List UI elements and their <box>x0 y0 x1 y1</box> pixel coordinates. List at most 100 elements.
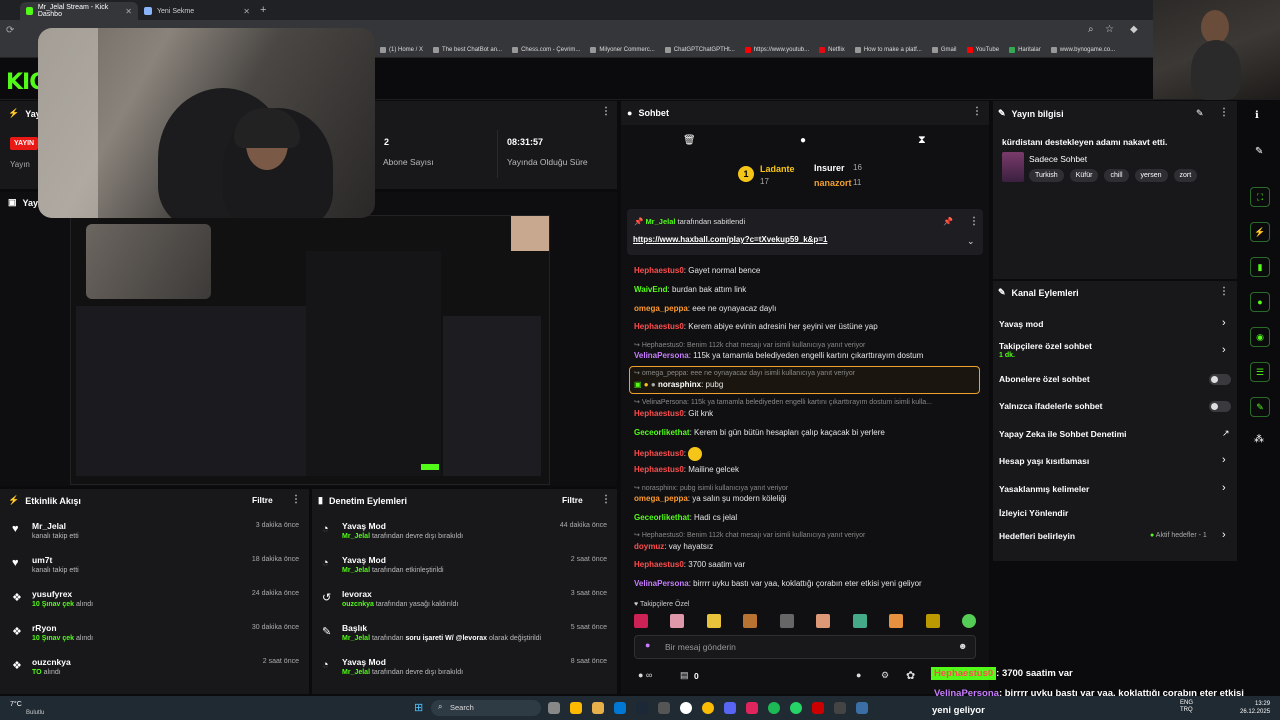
tag[interactable]: Küfür <box>1069 169 1099 182</box>
bookmark-item[interactable]: Gmail <box>931 46 957 53</box>
file-explorer-icon[interactable] <box>570 702 582 714</box>
tag[interactable]: zort <box>1173 169 1198 182</box>
discord-icon[interactable] <box>724 702 736 714</box>
item-user[interactable]: Mr_Jelal <box>342 635 370 642</box>
weather-temp[interactable]: 7°C <box>10 701 22 708</box>
action-banned-words[interactable]: Yasaklanmış kelimeler <box>999 484 1089 494</box>
group-icon[interactable]: ⁂ <box>1254 434 1264 445</box>
gift-icon[interactable]: ▤ <box>680 670 689 681</box>
app-icon[interactable] <box>746 702 758 714</box>
item-user[interactable]: yusufyrex <box>32 589 72 599</box>
bookmark-item[interactable]: (1) Home / X <box>380 46 423 53</box>
tag[interactable]: chill <box>1104 169 1129 182</box>
category-thumbnail[interactable] <box>1002 152 1024 182</box>
store-icon[interactable] <box>614 702 626 714</box>
document-icon[interactable]: ▮ <box>1250 257 1270 277</box>
language-indicator[interactable]: ENG TRQ <box>1180 700 1193 714</box>
chat-message[interactable]: omega_peppa: eee ne oynayacaz daylı <box>634 304 776 313</box>
chat-bubble-icon[interactable]: ● <box>1250 292 1270 312</box>
bookmark-item[interactable]: How to make a platf... <box>854 46 922 53</box>
trash-icon[interactable]: 🗑 <box>683 135 696 146</box>
chat-message[interactable]: Geceorlikethat: Kerem bi gün bütün hesap… <box>634 428 885 437</box>
chevron-right-icon[interactable]: › <box>1222 454 1226 466</box>
moderation-menu-icon[interactable]: ⋮ <box>601 494 611 505</box>
leaderboard-name[interactable]: Insurer <box>814 163 845 173</box>
task-view-icon[interactable] <box>548 702 560 714</box>
chat-message[interactable]: VelinaPersona: 115k ya tamamla belediyed… <box>634 351 923 360</box>
whatsapp-icon[interactable] <box>790 702 802 714</box>
chat-message[interactable]: ▣ ● ● norasphinx: pubg <box>634 380 723 389</box>
chat-username[interactable]: omega_peppa <box>634 304 688 313</box>
chat-message[interactable]: Hephaestus0: Kerem abiye evinin adresini… <box>634 322 878 331</box>
folder-icon[interactable] <box>592 702 604 714</box>
chevron-right-icon[interactable]: › <box>1222 317 1226 329</box>
item-user[interactable]: Mr_Jelal <box>342 567 370 574</box>
chat-username[interactable]: Hephaestus0 <box>634 266 684 275</box>
chevron-right-icon[interactable]: › <box>1222 482 1226 494</box>
chat-username[interactable]: omega_peppa <box>634 494 688 503</box>
chat-username[interactable]: VelinaPersona <box>634 351 689 360</box>
item-title[interactable]: levorax <box>342 589 372 599</box>
close-tab-icon[interactable]: ✕ <box>243 7 250 16</box>
bookmark-item[interactable]: Milyoner Commerc... <box>590 46 655 53</box>
info-icon[interactable]: ℹ <box>1255 110 1259 121</box>
emote-icon[interactable] <box>961 614 976 628</box>
item-user[interactable]: ouzcnkya <box>32 657 71 667</box>
viewer-icon[interactable]: ● ∞ <box>638 670 652 680</box>
new-tab-button[interactable]: + <box>260 4 266 16</box>
chat-message[interactable]: omega_peppa: ya salın şu modern köleliği <box>634 494 787 503</box>
stack-icon[interactable]: ☰ <box>1250 362 1270 382</box>
chat-username[interactable]: Hephaestus0 <box>634 449 684 458</box>
tag[interactable]: yersen <box>1134 169 1168 182</box>
taskbar-clock[interactable]: 13:29 26.12.2025 <box>1240 700 1270 716</box>
moderation-filter-button[interactable]: Filtre <box>562 495 583 505</box>
chat-username[interactable]: Geceorlikethat <box>634 428 690 437</box>
pinned-link[interactable]: https://www.haxball.com/play?c=tXvekup59… <box>633 235 827 244</box>
stream-preview-video[interactable] <box>70 215 550 485</box>
app-icon[interactable] <box>680 702 692 714</box>
leaderboard-name[interactable]: nanazort <box>814 178 852 188</box>
chat-message[interactable]: Hephaestus0: Git knk <box>634 409 713 418</box>
star-icon[interactable]: ☆ <box>1105 24 1114 35</box>
subscribers-only-toggle[interactable] <box>1209 374 1231 385</box>
item-user[interactable]: Mr_Jelal <box>342 533 370 540</box>
activity-filter-button[interactable]: Filtre <box>252 495 273 505</box>
extension-icon[interactable]: ◆ <box>1130 24 1138 35</box>
broadcast-icon[interactable]: ◉ <box>1250 327 1270 347</box>
action-followers-only[interactable]: Takipçilere özel sohbet <box>999 341 1092 351</box>
bookmark-item[interactable]: https://www.youtub... <box>744 46 809 53</box>
leaderboard-name[interactable]: Ladante <box>760 164 795 174</box>
chat-username[interactable]: norasphinx <box>658 380 701 389</box>
refresh-icon[interactable]: ⟳ <box>6 25 14 36</box>
chat-message[interactable]: Hephaestus0: Mailine gelcek <box>634 465 739 474</box>
fullscreen-icon[interactable]: ⛶ <box>1250 187 1270 207</box>
chat-username[interactable]: Hephaestus0 <box>634 409 684 418</box>
bookmark-item[interactable]: Netflix <box>819 46 845 53</box>
obs-icon[interactable] <box>658 702 670 714</box>
stats-menu-icon[interactable]: ⋮ <box>601 106 611 117</box>
bolt-icon[interactable]: ⚡ <box>1250 222 1270 242</box>
bookmark-item[interactable]: ChatGPTChatGPTHt... <box>664 46 735 53</box>
chevron-down-icon[interactable]: ⌄ <box>967 236 975 247</box>
pinned-user[interactable]: Mr_Jelal <box>645 217 675 226</box>
item-user[interactable]: ouzcnkya <box>342 601 374 608</box>
tab-new-tab[interactable]: Yeni Sekme ✕ <box>138 2 256 20</box>
item-user[interactable]: um7t <box>32 555 52 565</box>
channel-actions-menu-icon[interactable]: ⋮ <box>1219 286 1229 297</box>
app-icon[interactable] <box>834 702 846 714</box>
chat-username[interactable]: Hephaestus0 <box>634 465 684 474</box>
activity-menu-icon[interactable]: ⋮ <box>291 494 301 505</box>
chevron-right-icon[interactable]: › <box>1222 344 1226 356</box>
edit-icon[interactable]: ✎ <box>1196 108 1204 119</box>
stream-info-menu-icon[interactable]: ⋮ <box>1219 107 1229 118</box>
bookmark-item[interactable]: www.bynogame.co... <box>1050 46 1115 53</box>
chat-message[interactable]: Hephaestus0: 3700 saatim var <box>634 560 745 569</box>
bookmark-item[interactable]: YouTube <box>966 46 999 53</box>
hourglass-icon[interactable]: ⧗ <box>918 134 926 147</box>
emote-icon[interactable] <box>670 614 685 628</box>
action-subscribers-only[interactable]: Abonelere özel sohbet <box>999 374 1090 384</box>
app-icon[interactable] <box>856 702 868 714</box>
emote-icon[interactable] <box>743 614 758 628</box>
chat-menu-icon[interactable]: ⋮ <box>972 106 982 117</box>
chat-username[interactable]: VelinaPersona <box>634 579 689 588</box>
